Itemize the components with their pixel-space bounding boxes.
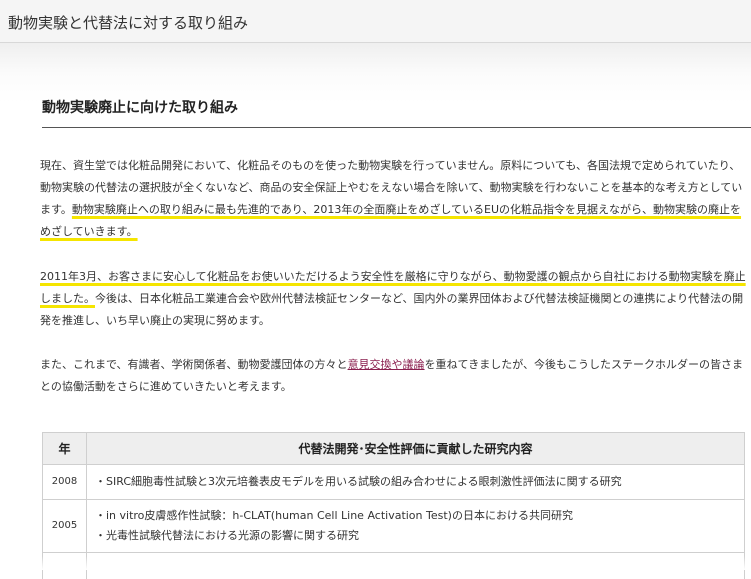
table-header-row: 年 代替法開発･安全性評価に貢献した研究内容 — [43, 433, 745, 465]
year-cell: 2005 — [43, 500, 87, 553]
paragraph-policy: 現在、資生堂では化粧品開発において、化粧品そのものを使った動物実験を行っていませ… — [40, 155, 748, 243]
section-title: 動物実験廃止に向けた取り組み — [42, 97, 238, 117]
page-header: 動物実験と代替法に対する取り組み — [0, 0, 751, 43]
research-item: ・光毒性試験代替法における光源の影響に関する研究 — [95, 526, 736, 546]
table-row: 2008 ・SIRC細胞毒性試験と3次元培養表皮モデルを用いる試験の組み合わせに… — [43, 465, 745, 500]
bottom-fade — [0, 556, 751, 570]
opinion-exchange-link[interactable]: 意見交換や議論 — [348, 358, 425, 371]
research-item: ・in vitro皮膚感作性試験：h-CLAT(human Cell Line … — [95, 506, 736, 526]
stakeholders-text-before: また、これまで、有識者、学術関係者、動物愛護団体の方々と — [40, 358, 348, 371]
page-title: 動物実験と代替法に対する取り組み — [8, 12, 248, 33]
paragraph-stakeholders: また、これまで、有識者、学術関係者、動物愛護団体の方々と意見交換や議論を重ねてき… — [40, 354, 748, 398]
research-item: ・SIRC細胞毒性試験と3次元培養表皮モデルを用いる試験の組み合わせによる眼刺激… — [95, 472, 736, 492]
year-column-header: 年 — [43, 433, 87, 465]
section-divider — [42, 127, 751, 128]
abolition-text: 今後は、日本化粧品工業連合会や欧州代替法検証センターなど、国内外の業界団体および… — [40, 292, 743, 327]
year-cell: 2008 — [43, 465, 87, 500]
research-cell: ・SIRC細胞毒性試験と3次元培養表皮モデルを用いる試験の組み合わせによる眼刺激… — [87, 465, 745, 500]
content-column-header: 代替法開発･安全性評価に貢献した研究内容 — [87, 433, 745, 465]
paragraph-abolition: 2011年3月、お客さまに安心して化粧品をお使いいただけるよう安全性を厳格に守り… — [40, 266, 748, 332]
table-row: 2005 ・in vitro皮膚感作性試験：h-CLAT(human Cell … — [43, 500, 745, 553]
research-cell: ・in vitro皮膚感作性試験：h-CLAT(human Cell Line … — [87, 500, 745, 553]
policy-highlight: 動物実験廃止への取り組みに最も先進的であり、2013年の全面廃止をめざしているE… — [40, 203, 741, 238]
